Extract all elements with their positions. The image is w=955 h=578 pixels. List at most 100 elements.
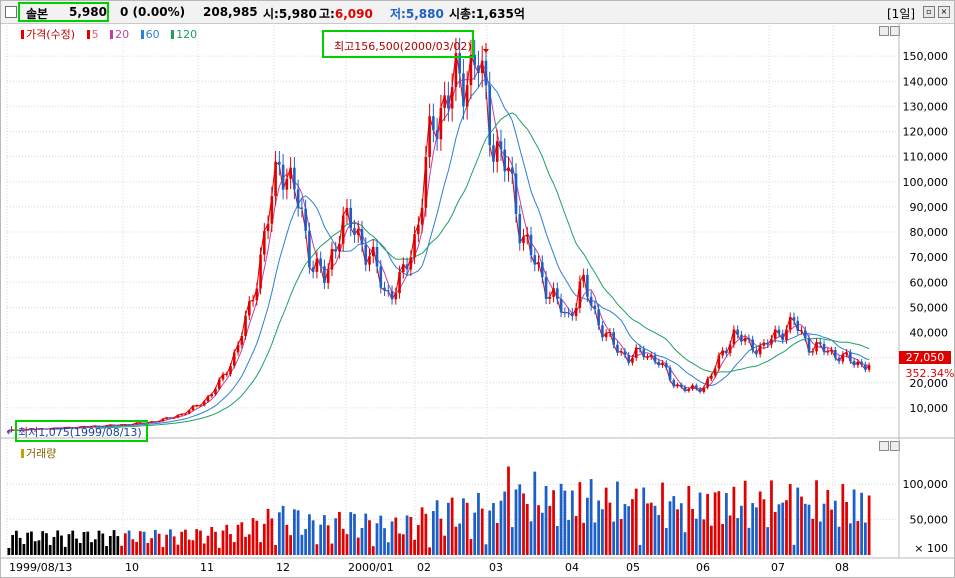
volume-panel-close-icon[interactable] (890, 441, 900, 451)
price-panel-close-icon[interactable] (890, 26, 900, 36)
stock-name[interactable]: 솔본 (26, 5, 48, 22)
price-tick-label: 40,000 (910, 327, 949, 340)
candle-body (495, 141, 499, 162)
candle-body (642, 349, 646, 357)
volume-bar (495, 522, 499, 555)
market-cap: 시총:1,635억 (449, 7, 525, 21)
volume-bar (330, 543, 334, 555)
candle-body (386, 290, 390, 292)
volume-bar (492, 503, 495, 555)
volume-bar (698, 492, 702, 555)
volume-panel-minimize-icon[interactable] (879, 441, 889, 451)
candle-body (390, 291, 394, 300)
volume-bar (93, 539, 97, 555)
volume-bar (116, 536, 120, 555)
candle-body (364, 244, 368, 265)
volume-bar (334, 518, 338, 555)
volume-bar (721, 523, 724, 555)
legend-volume[interactable]: 거래량 (26, 447, 56, 460)
volume-bar (236, 524, 240, 555)
volume-bar (199, 530, 202, 555)
volume-bar (435, 500, 439, 555)
volume-bar (597, 500, 601, 555)
volume-bar (191, 540, 195, 555)
volume-bar (48, 545, 52, 555)
candle-body (563, 312, 567, 314)
candle-body (541, 262, 544, 278)
volume-bar (567, 520, 570, 555)
volume-bar (770, 480, 773, 555)
candle-body (507, 167, 510, 172)
candle-body (852, 361, 856, 366)
candle-body (484, 60, 488, 86)
restore-icon[interactable]: ▫ (923, 6, 935, 18)
volume-bar (270, 518, 274, 555)
close-icon[interactable]: × (938, 6, 950, 18)
candle-body (326, 269, 330, 284)
candle-body (154, 421, 157, 423)
volume-bar (176, 544, 180, 555)
price-tick-label: 140,000 (903, 75, 949, 88)
legend-ma5[interactable]: 5 (92, 28, 99, 41)
volume-bar (477, 492, 480, 555)
price-tick-label: 120,000 (903, 126, 949, 139)
legend-ma20[interactable]: 20 (115, 28, 129, 41)
volume-bar (187, 539, 191, 555)
volume-bar (210, 526, 214, 555)
volume-bar (97, 530, 101, 555)
candle-body (221, 374, 225, 380)
volume-bar (56, 530, 60, 555)
price-tick-label: 60,000 (910, 276, 949, 289)
volume-bar (15, 530, 18, 555)
candle-body (270, 196, 274, 224)
volume-bar (75, 538, 78, 555)
date-tick-label: 04 (565, 561, 579, 574)
volume-bar (292, 509, 296, 555)
candle-body (402, 264, 405, 273)
candle-body (525, 234, 529, 237)
volume-bar (709, 525, 713, 555)
price-y-ticks: 10,000 20,000 30,000 40,000 50,000 60,000 70,0… (903, 50, 949, 415)
volume-bar (717, 491, 721, 555)
volume-bar (90, 542, 93, 555)
period-selector[interactable]: [1일] (887, 5, 915, 22)
candle-body (285, 178, 289, 190)
candle-body (281, 164, 285, 190)
volume-bar (274, 545, 277, 555)
open-price: 시:5,980 (263, 7, 317, 21)
price-tick-label: 150,000 (903, 50, 949, 63)
price-panel-minimize-icon[interactable] (879, 26, 889, 36)
volume-bar (728, 515, 732, 555)
candle-body (785, 329, 788, 341)
select-checkbox[interactable] (5, 6, 17, 18)
volume-bar (518, 484, 522, 555)
candle-body (450, 87, 454, 109)
candle-body (349, 207, 353, 229)
volume-bar (702, 519, 706, 555)
price-tick-label: 80,000 (910, 226, 949, 239)
candle-body (492, 145, 495, 162)
legend-price[interactable]: 가격(수정) (26, 28, 75, 41)
volume-bar (11, 535, 15, 555)
candle-body (503, 149, 507, 172)
candle-body (338, 243, 341, 252)
volume-bar (537, 505, 540, 555)
volume-bar (514, 489, 518, 555)
legend-ma120[interactable]: 120 (176, 28, 197, 41)
candle-body (631, 357, 634, 363)
volume-bar (687, 486, 691, 555)
legend-ma60[interactable]: 60 (146, 28, 160, 41)
candle-body (454, 53, 458, 88)
high-pointer-arrow-head (483, 49, 489, 53)
volume-bar (525, 503, 529, 555)
volume-bar (308, 514, 311, 555)
candle-body (150, 421, 153, 423)
candle-body (597, 309, 600, 326)
volume-bar (544, 485, 548, 555)
stock-chart[interactable]: 10,000 20,000 30,000 40,000 50,000 60,000 70,0… (1, 1, 954, 577)
volume-bar (458, 523, 462, 555)
high-annotation: 최고156,500(2000/03/02) (334, 40, 472, 53)
volume-bar (540, 512, 544, 555)
volume-bar (255, 520, 259, 555)
candle-body (462, 73, 465, 107)
